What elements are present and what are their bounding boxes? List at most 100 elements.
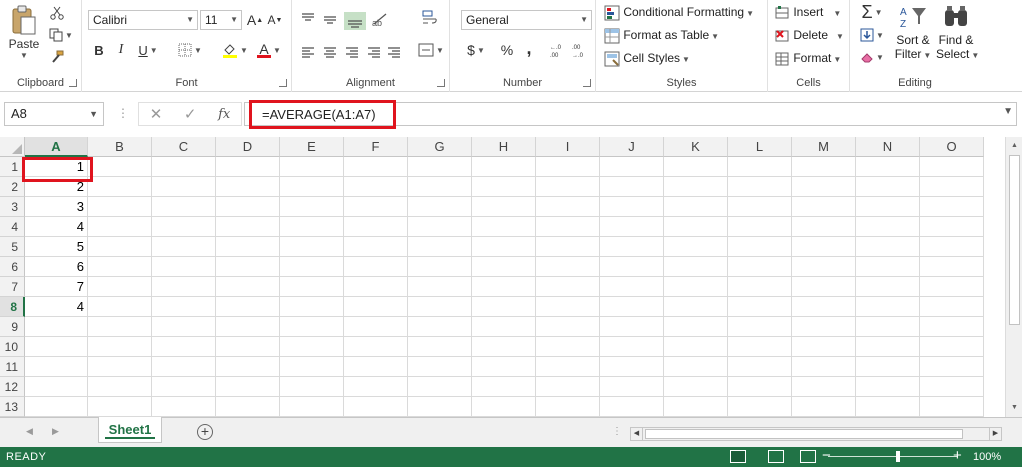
cell[interactable] <box>216 317 280 337</box>
cell[interactable] <box>280 317 344 337</box>
sort-filter-button[interactable]: AZ Sort & Filter ▼ <box>894 4 932 63</box>
cell[interactable] <box>536 237 600 257</box>
cell[interactable] <box>472 197 536 217</box>
cell[interactable] <box>88 157 152 177</box>
cell[interactable] <box>728 237 792 257</box>
font-color-button[interactable]: A ▼ <box>254 40 284 60</box>
column-header[interactable]: N <box>856 137 920 157</box>
cell[interactable] <box>344 237 408 257</box>
cell[interactable] <box>408 317 472 337</box>
cell[interactable] <box>344 337 408 357</box>
cell[interactable] <box>25 377 88 397</box>
cell[interactable] <box>856 217 920 237</box>
next-sheet-icon[interactable]: ▶ <box>52 426 59 437</box>
cell[interactable] <box>408 337 472 357</box>
cell[interactable] <box>152 257 216 277</box>
cell[interactable] <box>856 277 920 297</box>
scroll-right-icon[interactable]: ▶ <box>989 428 1001 440</box>
decrease-decimal-button[interactable]: .00 →.0 <box>570 40 590 60</box>
cell[interactable] <box>856 177 920 197</box>
cell[interactable] <box>280 357 344 377</box>
cell[interactable] <box>664 177 728 197</box>
enter-icon[interactable]: ✓ <box>184 105 197 123</box>
vertical-scroll-thumb[interactable] <box>1009 155 1020 325</box>
cell[interactable] <box>536 397 600 417</box>
cell[interactable] <box>856 357 920 377</box>
column-header[interactable]: B <box>88 137 152 157</box>
font-size-dropdown[interactable]: 11 ▼ <box>200 10 242 30</box>
dialog-launcher-icon[interactable] <box>279 79 287 87</box>
cell[interactable] <box>664 257 728 277</box>
cell[interactable] <box>920 277 984 297</box>
cell[interactable] <box>856 337 920 357</box>
cell[interactable] <box>728 317 792 337</box>
row-header[interactable]: 3 <box>0 197 25 217</box>
cell[interactable] <box>472 317 536 337</box>
cell[interactable] <box>728 217 792 237</box>
cell[interactable] <box>536 377 600 397</box>
cell[interactable] <box>536 317 600 337</box>
cell[interactable] <box>88 277 152 297</box>
page-break-view-icon[interactable] <box>800 450 816 463</box>
cell[interactable] <box>536 257 600 277</box>
cell[interactable] <box>88 177 152 197</box>
cell[interactable] <box>472 377 536 397</box>
shrink-font-button[interactable]: A ▼ <box>266 10 284 30</box>
cell[interactable] <box>216 237 280 257</box>
cell[interactable] <box>792 297 856 317</box>
cell[interactable] <box>600 257 664 277</box>
cell[interactable] <box>664 277 728 297</box>
cell[interactable] <box>920 257 984 277</box>
cell[interactable] <box>856 377 920 397</box>
cell[interactable]: 6 <box>25 257 88 277</box>
paste-button[interactable]: Paste ▼ <box>6 4 42 60</box>
cut-button[interactable] <box>48 4 66 22</box>
page-layout-view-icon[interactable] <box>768 450 784 463</box>
cell[interactable] <box>88 297 152 317</box>
cell[interactable] <box>344 157 408 177</box>
fill-button[interactable]: ▼ <box>856 26 888 44</box>
cell[interactable] <box>25 317 88 337</box>
cell[interactable] <box>920 197 984 217</box>
worksheet-grid[interactable]: A B C D E F G H I J K L M N O 1 1 2 2 3 3 4 4 5 5 6 6 7 7 8 4 9 10 11 12 13 <box>0 137 1005 417</box>
cell[interactable] <box>536 337 600 357</box>
cell[interactable] <box>344 217 408 237</box>
cell[interactable] <box>408 157 472 177</box>
cell[interactable] <box>472 357 536 377</box>
cell[interactable] <box>88 357 152 377</box>
cell[interactable] <box>280 377 344 397</box>
cell[interactable] <box>600 197 664 217</box>
cell[interactable] <box>856 197 920 217</box>
row-header[interactable]: 9 <box>0 317 25 337</box>
cell[interactable] <box>216 177 280 197</box>
cell[interactable] <box>280 297 344 317</box>
cell[interactable] <box>728 397 792 417</box>
cell[interactable] <box>600 177 664 197</box>
cell[interactable] <box>472 217 536 237</box>
underline-button[interactable]: U ▼ <box>134 40 162 60</box>
cell[interactable] <box>408 277 472 297</box>
cell[interactable]: 3 <box>25 197 88 217</box>
cell[interactable] <box>408 177 472 197</box>
cell[interactable] <box>792 257 856 277</box>
cell[interactable] <box>792 377 856 397</box>
row-header[interactable]: 12 <box>0 377 25 397</box>
cell[interactable] <box>600 217 664 237</box>
cell[interactable] <box>152 377 216 397</box>
cell[interactable] <box>792 277 856 297</box>
cell[interactable] <box>920 397 984 417</box>
cell[interactable] <box>25 397 88 417</box>
cell[interactable] <box>216 337 280 357</box>
splitter-handle[interactable]: ⋮ <box>117 106 129 120</box>
grow-font-button[interactable]: A ▲ <box>246 10 264 30</box>
cell[interactable] <box>728 277 792 297</box>
cell[interactable] <box>664 397 728 417</box>
cell[interactable] <box>600 277 664 297</box>
cell[interactable] <box>152 177 216 197</box>
cell[interactable] <box>664 357 728 377</box>
cell[interactable] <box>152 277 216 297</box>
cell[interactable] <box>920 297 984 317</box>
fill-color-button[interactable]: ▼ <box>220 40 250 60</box>
cell[interactable] <box>472 337 536 357</box>
italic-button[interactable]: I <box>112 40 130 60</box>
